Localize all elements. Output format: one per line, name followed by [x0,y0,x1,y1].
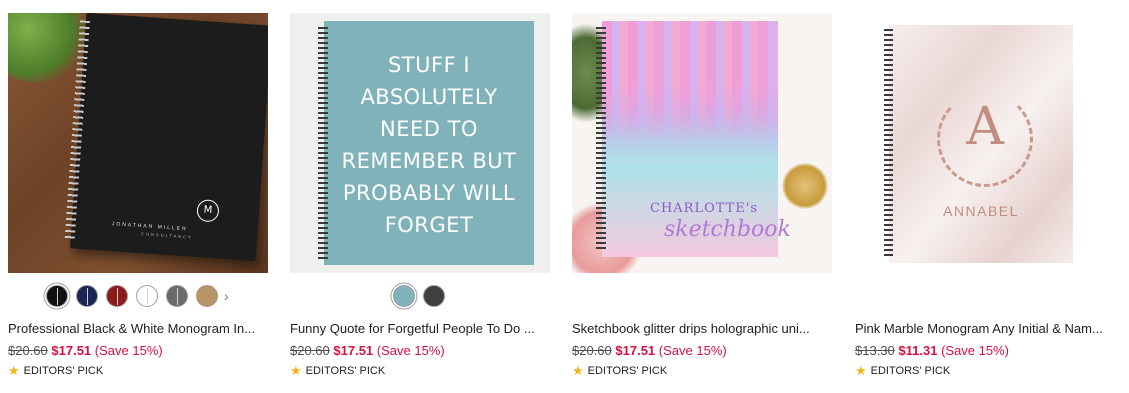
color-swatches [393,285,445,307]
product-card[interactable]: STUFF I ABSOLUTELY NEED TO REMEMBER BUT … [290,13,550,377]
swatch-charcoal[interactable] [423,285,445,307]
discount-label: (Save 15%) [376,343,445,358]
monogram-badge: M [196,199,220,223]
editors-pick-badge: ★ EDITORS' PICK [8,364,103,377]
product-grid: M JONATHAN MILLER CONSULTANCY › Professi… [0,0,1129,393]
quote-line: REMEMBER BUT [341,149,517,173]
editors-pick-badge: ★ EDITORS' PICK [855,364,950,377]
badge-label: EDITORS' PICK [23,364,104,377]
swatch-white[interactable] [136,285,158,307]
star-icon: ★ [8,363,20,378]
notebook-cover: STUFF I ABSOLUTELY NEED TO REMEMBER BUT … [318,21,534,265]
sale-price: $11.31 [898,343,938,358]
product-image[interactable]: A ANNABEL [855,13,1115,273]
quote-line: STUFF I [387,53,471,77]
product-title[interactable]: Sketchbook glitter drips holographic uni… [572,321,834,336]
cover-initial: A [966,97,1004,157]
product-title[interactable]: Funny Quote for Forgetful People To Do .… [290,321,552,336]
swatch-black[interactable] [46,285,68,307]
product-card[interactable]: A ANNABEL Pink Marble Monogram Any Initi… [855,13,1115,377]
star-icon: ★ [290,363,302,378]
original-price: $20.60 [572,343,612,358]
cover-name: ANNABEL [943,203,1019,219]
sale-price: $17.51 [51,343,92,358]
price: $20.60 $17.51 (Save 15%) [8,343,163,358]
quote-line: PROBABLY WILL [342,181,516,205]
original-price: $20.60 [290,343,330,358]
swatch-tan[interactable] [196,285,218,307]
original-price: $13.30 [855,343,895,358]
cover-name: JONATHAN MILLER [111,221,188,233]
editors-pick-badge: ★ EDITORS' PICK [572,364,667,377]
sale-price: $17.51 [333,343,374,358]
product-image[interactable]: STUFF I ABSOLUTELY NEED TO REMEMBER BUT … [290,13,550,273]
spiral-binding [596,27,606,251]
price: $20.60 $17.51 (Save 15%) [290,343,445,358]
badge-label: EDITORS' PICK [305,364,386,377]
glitter-drips [602,21,778,141]
discount-label: (Save 15%) [94,343,163,358]
sale-price: $17.51 [615,343,656,358]
cover-quote: STUFF I ABSOLUTELY NEED TO REMEMBER BUT … [324,49,534,241]
quote-line: ABSOLUTELY [360,85,498,109]
notebook-cover: M JONATHAN MILLER CONSULTANCY [64,13,268,262]
original-price: $20.60 [8,343,48,358]
swatch-red[interactable] [106,285,128,307]
product-title[interactable]: Professional Black & White Monogram In..… [8,321,270,336]
editors-pick-badge: ★ EDITORS' PICK [290,364,385,377]
discount-label: (Save 15%) [658,343,727,358]
chevron-right-icon[interactable]: › [224,288,229,304]
product-image[interactable]: CHARLOTTE's sketchbook [572,13,832,273]
star-icon: ★ [572,363,584,378]
product-card[interactable]: CHARLOTTE's sketchbook Sketchbook glitte… [572,13,832,377]
cover-name: CHARLOTTE's [650,201,759,216]
product-title[interactable]: Pink Marble Monogram Any Initial & Nam..… [855,321,1117,336]
swatch-navy[interactable] [76,285,98,307]
gold-decoration [782,163,828,209]
quote-line: NEED TO [380,117,478,141]
cover-subtitle: CONSULTANCY [141,231,193,240]
quote-line: FORGET [384,213,474,237]
cover-script: sketchbook [664,217,791,242]
badge-label: EDITORS' PICK [587,364,668,377]
star-icon: ★ [855,363,867,378]
price: $20.60 $17.51 (Save 15%) [572,343,727,358]
swatch-gray[interactable] [166,285,188,307]
badge-label: EDITORS' PICK [870,364,951,377]
product-card[interactable]: M JONATHAN MILLER CONSULTANCY › Professi… [8,13,268,377]
discount-label: (Save 15%) [941,343,1009,358]
price: $13.30 $11.31 (Save 15%) [855,343,1009,358]
color-swatches: › [46,285,229,307]
spiral-binding [884,29,893,259]
notebook-cover: A ANNABEL [884,25,1073,263]
swatch-teal[interactable] [393,285,415,307]
product-image[interactable]: M JONATHAN MILLER CONSULTANCY [8,13,268,273]
notebook-cover: CHARLOTTE's sketchbook [596,21,791,257]
